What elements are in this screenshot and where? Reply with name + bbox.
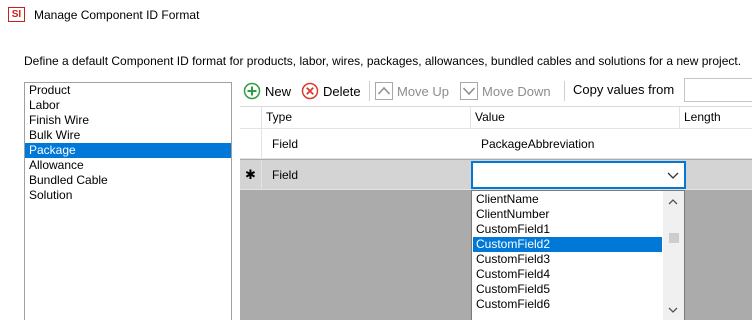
description-text: Define a default Component ID format for… (24, 54, 742, 68)
table-row[interactable]: ✱ Field (240, 160, 752, 190)
move-up-button[interactable]: Move Up (375, 81, 449, 101)
column-header-length[interactable]: Length (680, 107, 752, 129)
list-item-product[interactable]: Product (25, 83, 231, 98)
arrow-up-icon (375, 82, 393, 100)
scrollbar-thumb[interactable] (669, 233, 679, 243)
dropdown-option[interactable]: CustomField5 (473, 282, 662, 297)
dropdown-option[interactable]: CustomField1 (473, 222, 662, 237)
row-header[interactable] (240, 129, 262, 159)
list-item-bundled-cable[interactable]: Bundled Cable (25, 173, 231, 188)
list-item-bulk-wire[interactable]: Bulk Wire (25, 128, 231, 143)
plus-circle-icon (243, 82, 261, 100)
list-item-labor[interactable]: Labor (25, 98, 231, 113)
scroll-up-arrow-icon[interactable] (667, 196, 679, 206)
new-button-label: New (265, 83, 292, 99)
component-type-list[interactable]: Product Labor Finish Wire Bulk Wire Pack… (24, 82, 232, 320)
list-item-solution[interactable]: Solution (25, 188, 231, 203)
grid-header: Type Value Length (240, 107, 752, 129)
move-down-label: Move Down (482, 83, 551, 99)
move-up-label: Move Up (397, 83, 450, 99)
dropdown-option[interactable]: ClientName (473, 192, 662, 207)
delete-button[interactable]: Delete (301, 81, 361, 101)
type-cell[interactable]: Field (262, 160, 471, 190)
title-bar: SI Manage Component ID Format (0, 0, 752, 30)
delete-button-label: Delete (323, 83, 361, 99)
list-item-allowance[interactable]: Allowance (25, 158, 231, 173)
list-item-package[interactable]: Package (25, 143, 231, 158)
dropdown-option[interactable]: CustomField4 (473, 267, 662, 282)
arrow-down-icon (460, 82, 478, 100)
value-combobox[interactable] (471, 161, 686, 189)
scroll-down-arrow-icon[interactable] (667, 304, 679, 314)
table-row[interactable]: Field PackageAbbreviation (240, 129, 752, 159)
window-title: Manage Component ID Format (34, 8, 200, 22)
chevron-down-icon[interactable] (666, 168, 680, 182)
column-header-value[interactable]: Value (471, 107, 680, 129)
copy-values-label: Copy values from (573, 82, 675, 97)
toolbar: New Delete Move Up Move Down Copy values… (240, 78, 752, 104)
move-down-button[interactable]: Move Down (460, 81, 551, 101)
value-cell[interactable]: PackageAbbreviation (471, 129, 680, 159)
new-button[interactable]: New (243, 81, 291, 101)
toolbar-separator (564, 81, 565, 101)
dropdown-option[interactable]: CustomField3 (473, 252, 662, 267)
length-cell[interactable] (680, 129, 752, 159)
value-dropdown-list[interactable]: ClientName ClientNumber CustomField1 Cus… (471, 190, 685, 320)
toolbar-separator (369, 81, 370, 101)
length-cell[interactable] (680, 160, 752, 190)
row-header-corner (240, 107, 262, 129)
new-row-asterisk-icon[interactable]: ✱ (240, 160, 262, 190)
delete-x-circle-icon (301, 82, 319, 100)
type-cell[interactable]: Field (262, 129, 471, 159)
copy-values-input[interactable] (684, 78, 752, 102)
dropdown-option[interactable]: ClientNumber (473, 207, 662, 222)
column-header-type[interactable]: Type (262, 107, 471, 129)
list-item-finish-wire[interactable]: Finish Wire (25, 113, 231, 128)
app-logo-icon: SI (8, 7, 25, 22)
dropdown-scrollbar[interactable] (663, 191, 684, 320)
dropdown-option[interactable]: CustomField6 (473, 297, 662, 312)
dropdown-option-selected[interactable]: CustomField2 (473, 237, 662, 252)
